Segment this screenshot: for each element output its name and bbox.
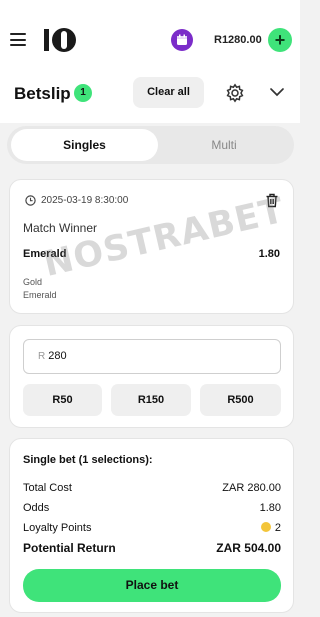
team-name: Gold [23,277,43,287]
tab-singles[interactable]: Singles [11,129,158,161]
page-title: Betslip [14,84,71,103]
total-cost-row: Total Cost ZAR 280.00 [23,482,281,494]
betslip-header: Betslip 1 Clear all [0,65,300,123]
potential-return-row: Potential Return ZAR 504.00 [23,541,281,555]
potential-return-value: ZAR 504.00 [216,541,281,555]
stake-value: 280 [48,350,67,362]
match-teams: Gold Emerald [23,276,57,302]
selection-count-badge: 1 [74,84,92,102]
quick-stake-button[interactable]: R50 [23,384,102,416]
quick-stake-button[interactable]: R500 [200,384,281,416]
tab-multi[interactable]: Multi [158,129,290,161]
bet-type-tabs: Singles Multi [7,126,294,164]
loyalty-points: 2 [260,522,281,534]
loyalty-row: Loyalty Points 2 [23,522,281,534]
trash-icon[interactable] [265,193,279,208]
summary-title: Single bet (1 selections): [23,454,153,466]
selected-outcome: Emerald [23,248,67,260]
clear-all-button[interactable]: Clear all [133,77,204,108]
coin-icon [260,522,271,532]
total-cost-value: ZAR 280.00 [222,482,281,494]
calendar-icon[interactable] [171,29,193,51]
menu-icon[interactable] [10,33,26,46]
loyalty-value: 2 [274,522,281,534]
selection-card: 2025-03-19 8:30:00 Match Winner Emerald … [9,179,294,314]
chevron-down-icon[interactable] [269,86,285,98]
brand-logo[interactable] [43,26,77,54]
event-datetime: 2025-03-19 8:30:00 [41,195,129,206]
bet-summary-card: Single bet (1 selections): Total Cost ZA… [9,438,294,613]
place-bet-button[interactable]: Place bet [23,569,281,602]
odds-row: Odds 1.80 [23,502,281,514]
market-name: Match Winner [23,221,98,235]
selection-odds: 1.80 [258,248,280,260]
odds-value: 1.80 [259,502,281,514]
total-cost-label: Total Cost [23,482,72,494]
odds-label: Odds [23,502,50,514]
loyalty-label: Loyalty Points [23,522,92,534]
currency-prefix: R [38,351,46,362]
deposit-button[interactable]: + [268,28,292,52]
stake-input[interactable]: R 280 [23,339,281,374]
team-name: Emerald [23,290,57,300]
balance-amount[interactable]: R1280.00 [214,34,262,46]
potential-return-label: Potential Return [23,541,116,555]
stake-card: R 280 R50 R150 R500 [9,325,294,428]
clock-icon [25,195,36,206]
quick-stake-button[interactable]: R150 [111,384,191,416]
gear-icon[interactable] [225,83,245,103]
